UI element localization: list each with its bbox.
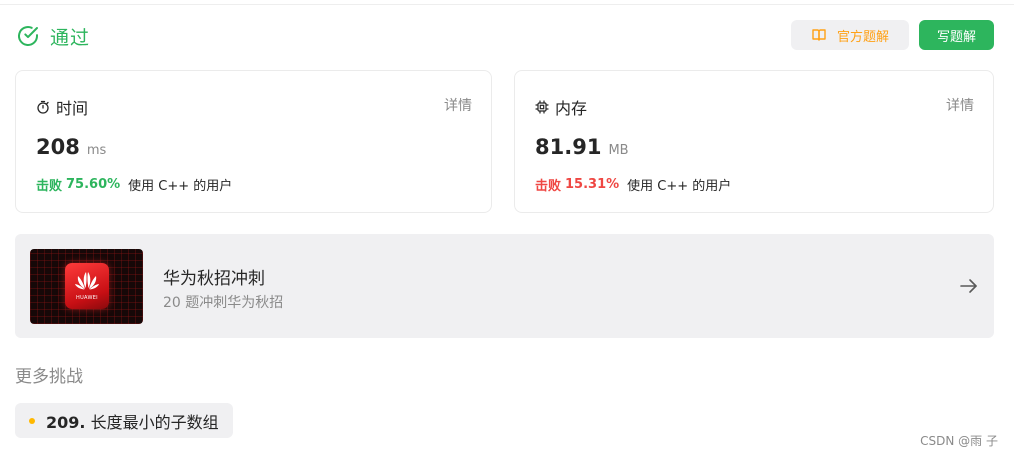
runtime-title: 时间 [56,99,89,118]
runtime-beat-percent: 75.60% [66,177,121,192]
promo-title: 华为秋招冲刺 [163,269,265,289]
memory-beat-prefix: 击败 [535,179,562,194]
memory-beat: 击败 15.31% 使用 C++ 的用户 [535,175,731,194]
challenge-title: 长度最小的子数组 [90,412,219,432]
promo-subtitle: 20 题冲刺华为秋招 [163,295,284,311]
arrow-right-icon [960,279,977,293]
runtime-card: 时间 详情 208 ms 击败 75.60% 使用 C++ 的用户 [15,70,492,213]
memory-number: 81.91 [535,135,602,159]
memory-value: 81.91 MB [535,135,629,159]
huawei-petal-icon [75,272,99,290]
runtime-detail-link[interactable]: 详情 [444,95,472,115]
runtime-value: 208 ms [36,135,106,159]
check-circle-icon [18,26,38,46]
memory-header: 内存 [535,95,587,119]
runtime-number: 208 [36,135,80,159]
memory-detail-link[interactable]: 详情 [946,95,974,115]
runtime-beat-prefix: 击败 [36,179,63,194]
runtime-unit: ms [86,143,107,158]
write-solution-label: 写题解 [936,29,976,45]
submission-status: 通过 [16,23,90,49]
official-solution-button[interactable]: 官方题解 [791,20,909,50]
huawei-logo: HUAWEI [65,263,109,309]
runtime-beat-suffix: 使用 C++ 的用户 [128,179,233,194]
book-icon [812,29,826,41]
memory-card: 内存 详情 81.91 MB 击败 15.31% 使用 C++ 的用户 [514,70,994,213]
write-solution-button[interactable]: 写题解 [919,20,994,50]
status-label: 通过 [50,26,91,49]
memory-title: 内存 [555,99,588,118]
runtime-header: 时间 [36,95,88,119]
challenge-label: 209. 长度最小的子数组 [46,409,219,433]
promo-banner[interactable]: HUAWEI 华为秋招冲刺 20 题冲刺华为秋招 [15,234,994,338]
stopwatch-icon [37,100,49,114]
more-challenges-title: 更多挑战 [15,367,83,387]
huawei-logo-text: HUAWEI [76,295,98,301]
watermark: CSDN @雨 子 [920,434,998,448]
promo-thumbnail: HUAWEI [30,249,143,324]
challenge-item[interactable]: 209. 长度最小的子数组 [15,403,233,438]
runtime-beat: 击败 75.60% 使用 C++ 的用户 [36,175,232,194]
top-divider [0,4,1014,5]
official-solution-label: 官方题解 [836,29,889,45]
memory-beat-percent: 15.31% [565,177,620,192]
challenge-number: 209. [46,412,86,432]
difficulty-dot [29,417,35,424]
memory-unit: MB [608,143,629,158]
chip-icon [535,100,549,114]
memory-beat-suffix: 使用 C++ 的用户 [627,179,732,194]
